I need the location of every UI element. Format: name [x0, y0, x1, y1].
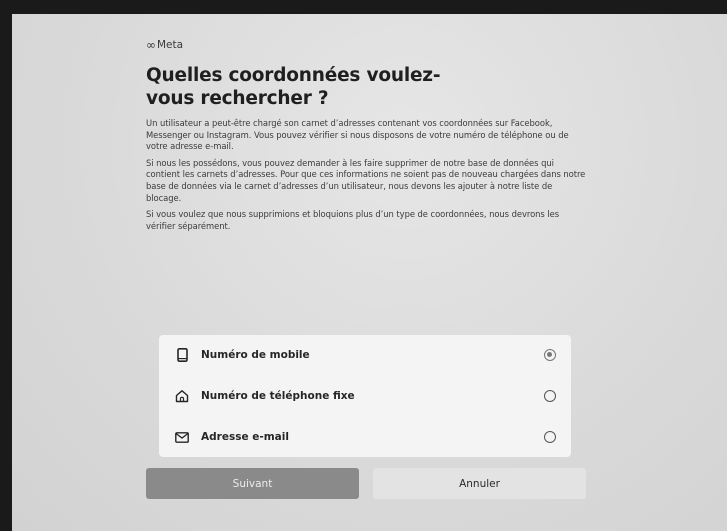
screen: ∞ Meta Quelles coordonnées voulez-vous r… [12, 14, 727, 531]
next-button[interactable]: Suivant [146, 468, 359, 499]
option-landline-number[interactable]: Numéro de téléphone fixe [159, 376, 571, 416]
intro-paragraph-3: Si vous voulez que nous supprimions et b… [146, 209, 560, 231]
option-label: Numéro de mobile [201, 349, 310, 361]
option-radio[interactable] [544, 431, 556, 443]
cancel-button[interactable]: Annuler [373, 468, 586, 499]
meta-logo-text: Meta [157, 39, 184, 51]
option-email-address[interactable]: Adresse e-mail [159, 417, 571, 457]
mobile-phone-icon [175, 348, 189, 362]
option-label: Adresse e-mail [201, 431, 289, 443]
home-icon [175, 389, 189, 403]
option-mobile-number[interactable]: Numéro de mobile [159, 335, 571, 375]
contact-type-options: Numéro de mobile Numéro de téléphone fix… [159, 335, 571, 457]
option-label: Numéro de téléphone fixe [201, 390, 355, 402]
envelope-icon [175, 430, 189, 444]
page-title: Quelles coordonnées voulez-vous recherch… [146, 65, 441, 109]
option-radio[interactable] [544, 390, 556, 402]
intro-paragraph-2: Si nous les possédons, vous pouvez deman… [146, 157, 586, 203]
contact-search-panel: ∞ Meta Quelles coordonnées voulez-vous r… [146, 38, 586, 499]
intro-paragraph-1: Un utilisateur a peut-être chargé son ca… [146, 118, 569, 152]
option-radio-selected[interactable] [544, 349, 556, 361]
meta-infinity-icon: ∞ [146, 38, 156, 52]
meta-logo: ∞ Meta [146, 38, 586, 52]
